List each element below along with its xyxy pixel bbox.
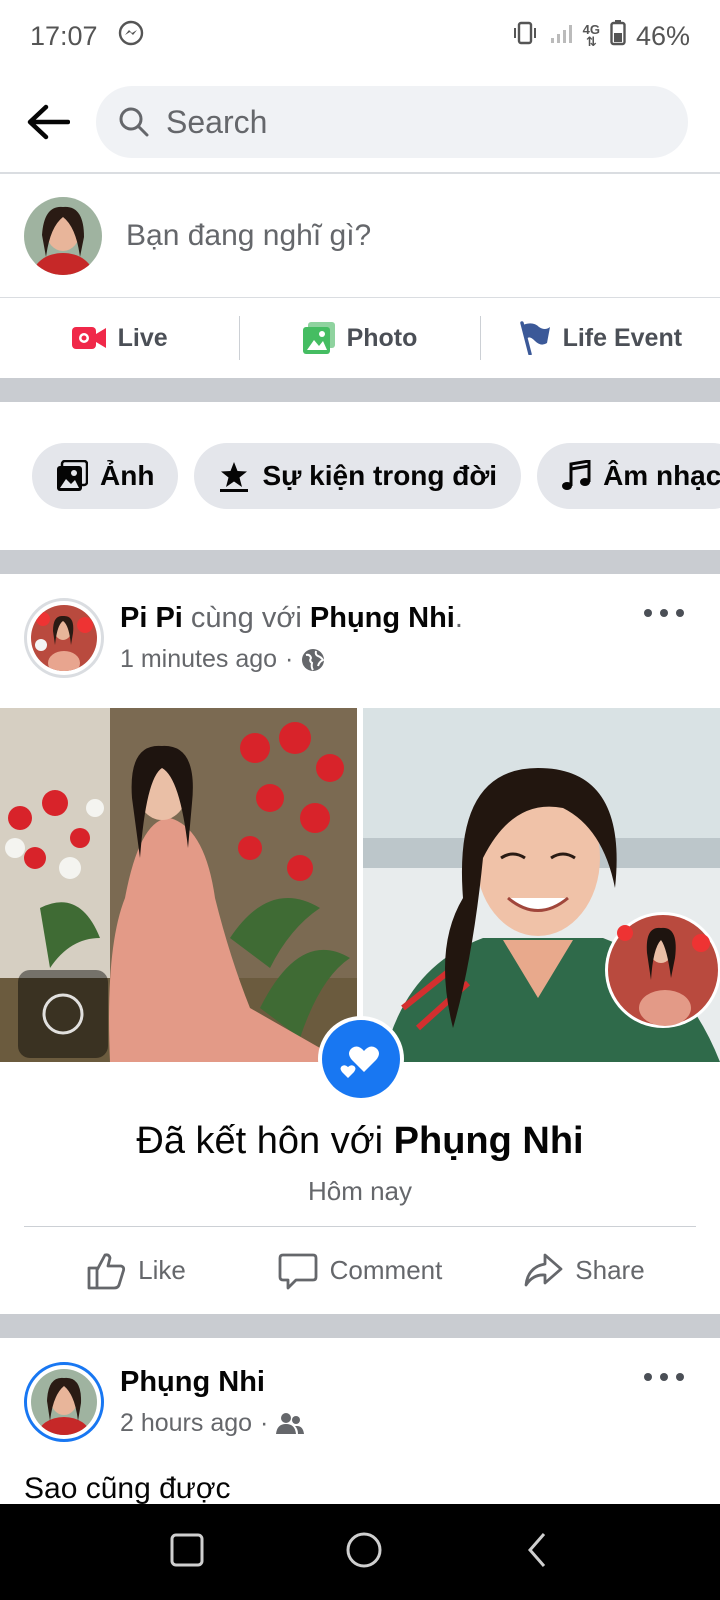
- avatar[interactable]: [24, 598, 104, 678]
- post-photo-right[interactable]: [363, 708, 720, 1062]
- recent-apps-button[interactable]: [170, 1533, 204, 1572]
- post-photos: [0, 708, 720, 1062]
- post-text: Sao cũng được: [24, 1472, 231, 1505]
- comment-icon: [278, 1253, 318, 1289]
- chip-photo[interactable]: Ảnh: [32, 443, 179, 509]
- more-dot: [660, 1373, 668, 1381]
- thumbs-up-icon: [87, 1252, 126, 1289]
- post-options-button[interactable]: [644, 1362, 684, 1392]
- music-note-icon: [562, 460, 591, 490]
- share-button[interactable]: Share: [472, 1251, 696, 1291]
- title-period: .: [454, 602, 463, 634]
- signal-icon: [549, 21, 573, 52]
- post-action-bar: Like Comment Share: [24, 1226, 696, 1314]
- search-input[interactable]: Search: [96, 86, 688, 158]
- system-nav-bar: [0, 1504, 720, 1600]
- more-dot: [644, 609, 652, 617]
- status-time: 17:07: [30, 20, 98, 51]
- live-video-icon: [71, 327, 106, 349]
- photo-icon: [302, 322, 335, 354]
- with-text: cùng với: [190, 602, 302, 634]
- star-icon: [220, 462, 249, 492]
- share-label: Share: [575, 1255, 645, 1285]
- recents-icon: [170, 1533, 204, 1566]
- event-prefix: Đã kết hôn với: [136, 1120, 384, 1162]
- more-dot: [676, 1373, 684, 1381]
- chevron-left-icon: [527, 1532, 545, 1567]
- chip-music-label: Âm nhạc: [603, 460, 720, 491]
- post-title: Pi Pi cùng với Phụng Nhi.: [120, 602, 463, 635]
- home-button[interactable]: [345, 1531, 383, 1574]
- post-header: Phụng Nhi 2 hours ago ·: [0, 1362, 720, 1442]
- home-circle-icon: [346, 1532, 382, 1567]
- messenger-icon: [118, 20, 144, 53]
- status-bar: 17:07 4G ⇅ 46%: [0, 0, 720, 72]
- battery-percent: 46%: [635, 20, 690, 51]
- comment-button[interactable]: Comment: [248, 1251, 472, 1291]
- system-back-button[interactable]: [524, 1531, 550, 1574]
- photo-icon: [57, 460, 88, 491]
- post-header: Pi Pi cùng với Phụng Nhi. 1 minutes ago …: [0, 598, 720, 678]
- post-meta: Pi Pi cùng với Phụng Nhi. 1 minutes ago …: [120, 602, 463, 674]
- vibrate-icon: [511, 19, 539, 54]
- live-button[interactable]: Live: [0, 316, 239, 360]
- post-subtitle: 2 hours ago ·: [120, 1409, 305, 1438]
- chip-life-event[interactable]: Sự kiện trong đời: [194, 443, 522, 509]
- avatar[interactable]: [24, 1362, 104, 1442]
- battery-icon: [610, 19, 626, 53]
- globe-icon: [302, 648, 325, 671]
- network-4g-icon: 4G ⇅: [582, 22, 600, 49]
- post-composer[interactable]: Bạn đang nghĩ gì?: [0, 174, 720, 298]
- post-type-chips: Ảnh Sự kiện trong đời Âm nhạc: [0, 402, 720, 550]
- composer-prompt: Bạn đang nghĩ gì?: [126, 218, 372, 252]
- search-header: Search: [0, 72, 720, 174]
- chip-photo-label: Ảnh: [100, 460, 155, 491]
- separator-dot: ·: [260, 1409, 269, 1437]
- search-icon: [119, 107, 149, 137]
- more-dot: [676, 609, 684, 617]
- live-label: Live: [117, 323, 168, 352]
- friends-icon: [276, 1412, 305, 1434]
- like-label: Like: [138, 1255, 186, 1285]
- back-button[interactable]: [0, 72, 96, 172]
- post-photo-left[interactable]: [0, 708, 357, 1062]
- search-placeholder: Search: [166, 103, 268, 140]
- post-author[interactable]: Pi Pi: [120, 602, 183, 634]
- post-meta: Phụng Nhi 2 hours ago ·: [120, 1366, 305, 1438]
- more-dot: [644, 1373, 652, 1381]
- post-title: Phụng Nhi: [120, 1366, 304, 1399]
- hearts-icon: [340, 1046, 379, 1078]
- avatar[interactable]: [24, 196, 102, 275]
- more-dot: [660, 609, 668, 617]
- photo-button[interactable]: Photo: [240, 316, 479, 360]
- flag-icon: [519, 321, 550, 355]
- composer-actions: Live Photo Life Event: [0, 298, 720, 378]
- life-event-title: Đã kết hôn với Phụng Nhi: [0, 1120, 720, 1163]
- chip-music[interactable]: Âm nhạc: [537, 443, 720, 509]
- tagged-person[interactable]: Phụng Nhi: [310, 602, 455, 634]
- section-divider: [0, 550, 720, 574]
- like-button[interactable]: Like: [24, 1251, 248, 1291]
- photo-label: Photo: [346, 323, 418, 352]
- chip-life-event-label: Sự kiện trong đời: [262, 460, 498, 491]
- life-event-button[interactable]: Life Event: [481, 316, 720, 360]
- post-subtitle: 1 minutes ago ·: [120, 645, 463, 674]
- section-divider: [0, 378, 720, 402]
- post-options-button[interactable]: [644, 598, 684, 628]
- share-icon: [524, 1253, 563, 1286]
- life-event-date: Hôm nay: [307, 1176, 413, 1206]
- post-timestamp[interactable]: 2 hours ago: [120, 1409, 252, 1438]
- post-author[interactable]: Phụng Nhi: [120, 1366, 265, 1398]
- event-name[interactable]: Phụng Nhi: [394, 1120, 584, 1162]
- section-divider: [0, 1314, 720, 1338]
- life-event-label: Life Event: [562, 323, 683, 352]
- comment-label: Comment: [329, 1255, 443, 1285]
- post-timestamp[interactable]: 1 minutes ago: [120, 645, 277, 674]
- back-arrow-icon: [27, 104, 70, 140]
- relationship-badge: [318, 1016, 404, 1102]
- separator-dot: ·: [285, 645, 294, 673]
